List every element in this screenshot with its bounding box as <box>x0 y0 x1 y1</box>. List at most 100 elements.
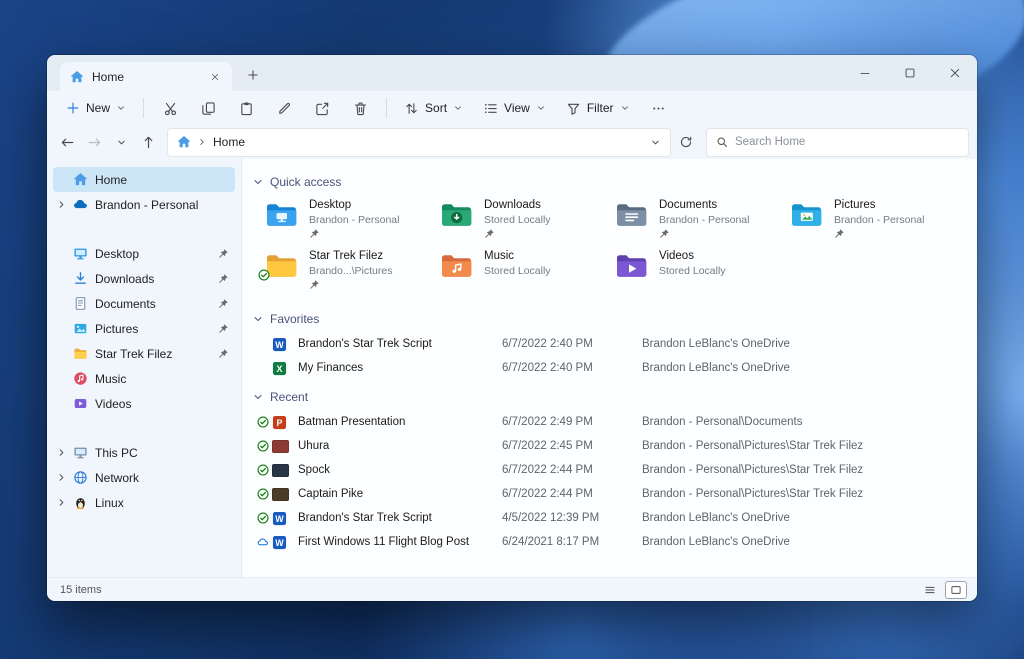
address-bar: Home <box>47 125 977 159</box>
sidebar-item-star-trek-filez[interactable]: Star Trek Filez <box>53 341 235 366</box>
sidebar-item-onedrive-personal[interactable]: Brandon - Personal <box>53 192 235 217</box>
quick-access-tile-documents[interactable]: Documents Brandon - Personal <box>615 199 783 245</box>
sort-button[interactable]: Sort <box>395 94 472 122</box>
close-button[interactable] <box>932 55 977 91</box>
search-input[interactable] <box>735 136 959 148</box>
filter-button[interactable]: Filter <box>557 94 639 122</box>
back-button[interactable] <box>55 129 80 155</box>
file-name: Captain Pike <box>298 488 364 500</box>
file-row[interactable]: First Windows 11 Flight Blog Post 6/24/2… <box>254 530 969 554</box>
refresh-button[interactable] <box>673 129 698 155</box>
home-icon <box>69 172 91 187</box>
sidebar-item-linux[interactable]: Linux <box>53 490 235 515</box>
computer-icon <box>69 445 91 460</box>
file-row[interactable]: Captain Pike 6/7/2022 2:44 PM Brandon - … <box>254 482 969 506</box>
videos-folder-icon <box>615 251 649 279</box>
chevron-right-icon[interactable] <box>53 447 69 458</box>
forward-button[interactable] <box>82 129 107 155</box>
chevron-right-icon[interactable] <box>53 472 69 483</box>
quick-access-tile-music[interactable]: Music Stored Locally <box>440 250 608 296</box>
sidebar-item-label: Desktop <box>95 246 140 261</box>
image-thumbnail <box>272 439 298 453</box>
breadcrumb-bar[interactable]: Home <box>167 127 671 157</box>
details-view-toggle[interactable] <box>919 581 941 599</box>
file-row[interactable]: Batman Presentation 6/7/2022 2:49 PM Bra… <box>254 410 969 434</box>
delete-button[interactable] <box>342 94 378 122</box>
tile-subtitle: Stored Locally <box>659 264 726 277</box>
quick-access-tile-desktop[interactable]: Desktop Brandon - Personal <box>265 199 433 245</box>
sort-button-label: Sort <box>425 101 448 115</box>
up-button[interactable] <box>136 129 161 155</box>
pin-icon <box>215 298 231 309</box>
file-row[interactable]: Uhura 6/7/2022 2:45 PM Brandon - Persona… <box>254 434 969 458</box>
large-icons-view-toggle[interactable] <box>945 580 967 599</box>
file-location: Brandon - Personal\Pictures\Star Trek Fi… <box>642 464 864 476</box>
file-location: Brandon LeBlanc's OneDrive <box>642 512 790 524</box>
minimize-button[interactable] <box>842 55 887 91</box>
file-row[interactable]: Spock 6/7/2022 2:44 PM Brandon - Persona… <box>254 458 969 482</box>
tile-name: Downloads <box>484 199 541 211</box>
paste-button[interactable] <box>228 94 264 122</box>
desktop-folder-icon <box>265 200 299 228</box>
folder-icon <box>69 346 91 361</box>
sidebar-item-network[interactable]: Network <box>53 465 235 490</box>
command-bar: New Sort View Filter <box>47 91 977 125</box>
copy-button[interactable] <box>190 94 226 122</box>
pin-icon <box>309 279 392 290</box>
more-options-button[interactable] <box>641 94 677 122</box>
file-explorer-window: Home New Sort View Filter Home Search Ho… <box>47 55 977 601</box>
chevron-right-icon[interactable] <box>53 199 69 210</box>
quick-access-tile-pictures[interactable]: Pictures Brandon - Personal <box>790 199 958 245</box>
file-row[interactable]: My Finances 6/7/2022 2:40 PM Brandon LeB… <box>254 356 969 380</box>
sidebar-item-this-pc[interactable]: This PC <box>53 440 235 465</box>
cut-button[interactable] <box>152 94 188 122</box>
new-tab-button[interactable] <box>240 62 266 88</box>
sidebar-item-music[interactable]: Music <box>53 366 235 391</box>
chevron-right-icon[interactable] <box>53 497 69 508</box>
sidebar-item-videos[interactable]: Videos <box>53 391 235 416</box>
view-button[interactable]: View <box>474 94 555 122</box>
breadcrumb-segment[interactable]: Home <box>213 135 245 149</box>
search-box[interactable] <box>706 127 969 157</box>
section-header-quick-access[interactable]: Quick access <box>252 171 969 193</box>
sidebar-item-pictures[interactable]: Pictures <box>53 316 235 341</box>
maximize-button[interactable] <box>887 55 932 91</box>
sidebar-item-desktop[interactable]: Desktop <box>53 241 235 266</box>
file-date: 4/5/2022 12:39 PM <box>502 512 600 524</box>
tile-subtitle: Brandon - Personal <box>834 213 925 226</box>
tab-close-button[interactable] <box>206 68 224 86</box>
quick-access-tile-videos[interactable]: Videos Stored Locally <box>615 250 783 296</box>
downloads-icon <box>69 271 91 286</box>
powerpoint-file-icon <box>272 415 298 430</box>
network-icon <box>69 470 91 485</box>
section-header-recent[interactable]: Recent <box>252 386 969 408</box>
new-button-label: New <box>86 101 111 115</box>
home-icon <box>70 70 84 84</box>
file-location: Brandon - Personal\Pictures\Star Trek Fi… <box>642 488 864 500</box>
file-row[interactable]: Brandon's Star Trek Script 4/5/2022 12:3… <box>254 506 969 530</box>
documents-folder-icon <box>615 200 649 228</box>
file-row[interactable]: Brandon's Star Trek Script 6/7/2022 2:40… <box>254 332 969 356</box>
new-button[interactable]: New <box>57 94 135 122</box>
tab-home[interactable]: Home <box>60 62 232 91</box>
tile-name: Star Trek Filez <box>309 250 384 262</box>
tab-title: Home <box>92 69 125 84</box>
recent-locations-button[interactable] <box>109 129 134 155</box>
quick-access-tile-downloads[interactable]: Downloads Stored Locally <box>440 199 608 245</box>
share-button[interactable] <box>304 94 340 122</box>
quick-access-tile-star-trek-filez[interactable]: Star Trek Filez Brando...\Pictures <box>265 250 433 296</box>
sidebar-item-label: This PC <box>95 445 138 460</box>
plus-icon <box>247 69 259 81</box>
sidebar-item-downloads[interactable]: Downloads <box>53 266 235 291</box>
filter-button-label: Filter <box>586 101 614 115</box>
rename-button[interactable] <box>266 94 302 122</box>
sidebar-item-label: Home <box>95 172 128 187</box>
image-thumbnail <box>272 463 298 477</box>
desktop-wallpaper: Home New Sort View Filter Home Search Ho… <box>0 0 1024 659</box>
tile-subtitle: Brandon - Personal <box>659 213 750 226</box>
sidebar-item-home[interactable]: Home <box>53 167 235 192</box>
address-dropdown-icon[interactable] <box>650 137 661 148</box>
sidebar-item-documents[interactable]: Documents <box>53 291 235 316</box>
section-header-favorites[interactable]: Favorites <box>252 308 969 330</box>
chevron-down-icon <box>252 176 264 188</box>
